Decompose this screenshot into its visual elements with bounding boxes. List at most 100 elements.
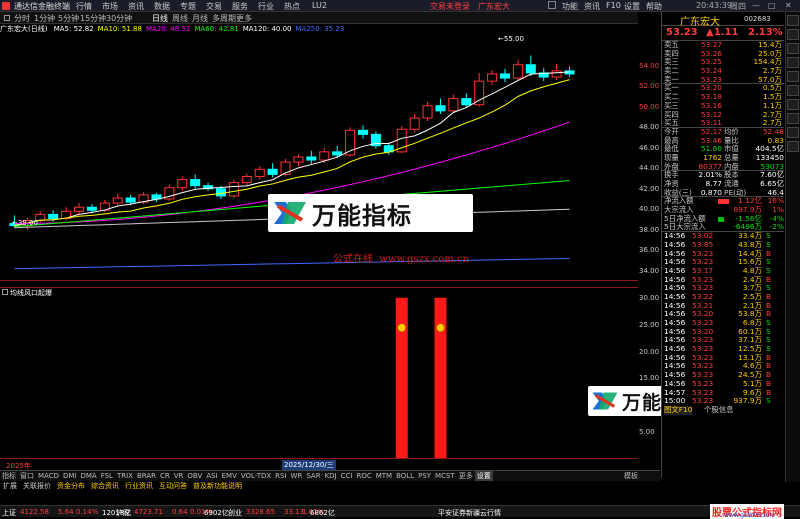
side-tool-4[interactable] <box>787 57 799 68</box>
menu-jiaoyi[interactable]: 交易 <box>206 1 222 12</box>
clock-weekday: 周四 <box>730 2 746 11</box>
trade-login-status[interactable]: 交易未登录 <box>430 1 470 12</box>
side-tool-7[interactable] <box>787 99 799 110</box>
indicator-tab-22[interactable]: PSY <box>416 472 433 480</box>
indicator-tab-1[interactable]: 窗口 <box>18 471 36 481</box>
tab-template[interactable]: 模板 <box>622 471 640 481</box>
indicator-tab-10[interactable]: OBV <box>185 472 204 480</box>
menu-redian[interactable]: 热点 <box>284 1 300 12</box>
indicator-tab-19[interactable]: ROC <box>354 472 373 480</box>
tab-1min[interactable]: 1分钟 <box>34 13 55 24</box>
ext-tab-3[interactable]: 综合资讯 <box>88 481 122 491</box>
ma-legend: 广东宏大(日线) MA5: 52.82 MA10: 51.88 MA20: 48.5… <box>0 24 638 35</box>
indicator-tab-15[interactable]: WR <box>289 472 305 480</box>
menu-gongneng[interactable]: 功能 <box>562 1 578 12</box>
indicator-tab-14[interactable]: RSI <box>273 472 288 480</box>
tab-30min[interactable]: 30分钟 <box>106 13 132 24</box>
indicator-tab-0[interactable]: 指标 <box>0 471 18 481</box>
side-tool-2[interactable] <box>787 29 799 40</box>
footer-logo-url: www.gszbw.com <box>724 512 774 519</box>
f10-link[interactable]: 图文F10 <box>664 405 693 415</box>
menu-f10[interactable]: F10 <box>606 1 621 10</box>
menu-zixun-right[interactable]: 资讯 <box>584 1 600 12</box>
ext-tab-2[interactable]: 资金分布 <box>54 481 88 491</box>
menu-zixun[interactable]: 资讯 <box>128 1 144 12</box>
indicator-tab-3[interactable]: DMI <box>61 472 79 480</box>
candlestick-chart[interactable] <box>0 35 638 281</box>
menu-hangye[interactable]: 行业 <box>258 1 274 12</box>
tab-fenshi[interactable]: 分时 <box>14 13 30 24</box>
candle-body <box>409 117 420 130</box>
indicator-tab-25[interactable]: 设置 <box>474 471 493 481</box>
quote-pct: 2.13% <box>748 27 783 38</box>
indicator-tab-4[interactable]: DMA <box>78 472 98 480</box>
indicator-tab-23[interactable]: MCST <box>433 472 457 480</box>
menu-icon[interactable] <box>4 15 10 21</box>
ma-values: MA5: 52.82 MA10: 51.88 MA20: 48.52 MA60: 42… <box>54 25 349 33</box>
price-tick: 40.00 <box>639 205 660 214</box>
indicator-tab-17[interactable]: KDJ <box>323 472 339 480</box>
menu-hangqing[interactable]: 行情 <box>76 1 92 12</box>
indicator-tab-18[interactable]: CCI <box>339 472 355 480</box>
index-pct-0: 0.14% <box>76 508 99 516</box>
indicator-tab-9[interactable]: VR <box>172 472 186 480</box>
indicator-tab-20[interactable]: MTM <box>374 472 394 480</box>
candle-body <box>487 73 498 82</box>
price-tick: 44.00 <box>639 164 660 173</box>
tab-15min[interactable]: 15分钟 <box>80 13 106 24</box>
signal-bar <box>434 297 447 458</box>
side-tool-3[interactable] <box>787 43 799 54</box>
extension-toolbar: 扩展 关联报价 资金分布 综合资讯 行业资讯 互动问答 普及新功能说明 <box>0 481 660 491</box>
indicator-tab-16[interactable]: SAR <box>304 472 322 480</box>
indicator-tab-2[interactable]: MACD <box>36 472 61 480</box>
indicator-tab-12[interactable]: EMV <box>220 472 239 480</box>
indicator-tab-11[interactable]: ASI <box>204 472 219 480</box>
tab-monthly[interactable]: 月线 <box>192 13 208 24</box>
menu-shuju[interactable]: 数据 <box>154 1 170 12</box>
indicator-menu-icon[interactable] <box>2 289 8 295</box>
ma-item-ma5: MA5: 52.82 <box>53 25 94 33</box>
close-icon[interactable]: ✕ <box>785 1 792 10</box>
menu-fuwu[interactable]: 服务 <box>232 1 248 12</box>
ext-tab-4[interactable]: 行业资讯 <box>122 481 156 491</box>
dropdown-icon[interactable] <box>548 1 556 9</box>
menu-shezhi[interactable]: 设置 <box>624 1 640 12</box>
sub-axis: 30.0025.0020.0015.0010.005.00 <box>638 287 660 459</box>
indicator-tab-21[interactable]: BOLL <box>394 472 416 480</box>
menu-lu2[interactable]: LU2 <box>312 1 327 10</box>
tab-5min[interactable]: 5分钟 <box>58 13 79 24</box>
menu-bangzhu[interactable]: 帮助 <box>646 1 662 12</box>
tab-more[interactable]: 更多 <box>236 13 252 24</box>
ext-tab-1[interactable]: 关联报价 <box>20 481 54 491</box>
side-tool-10[interactable] <box>787 141 799 152</box>
indicator-tab-8[interactable]: CR <box>158 472 172 480</box>
indicator-tab-24[interactable]: 更多 <box>457 471 475 481</box>
maximize-icon[interactable]: □ <box>768 1 776 10</box>
indicator-tab-5[interactable]: FSL <box>99 472 115 480</box>
ext-tab-0[interactable]: 扩展 <box>0 481 20 491</box>
side-tool-5[interactable] <box>787 71 799 82</box>
ext-tab-6[interactable]: 普及新功能说明 <box>190 481 245 491</box>
menu-zhuanti[interactable]: 专题 <box>180 1 196 12</box>
title-stock-name: 广东宏大 <box>478 2 510 11</box>
menu-shichang[interactable]: 市场 <box>102 1 118 12</box>
tab-weekly[interactable]: 周线 <box>172 13 188 24</box>
ma-item-ma10: MA10: 51.88 <box>97 25 142 33</box>
tab-multi-period[interactable]: 多周期 <box>212 13 236 24</box>
side-tool-1[interactable] <box>787 15 799 26</box>
tab-daily[interactable]: 日线 <box>152 13 168 24</box>
indicator-tab-6[interactable]: TRIX <box>115 472 135 480</box>
side-tool-8[interactable] <box>787 113 799 124</box>
title-bar: 通达信金融终端 行情 市场 资讯 数据 专题 交易 服务 行业 热点 LU2 交… <box>0 0 800 12</box>
ext-tab-5[interactable]: 互动问答 <box>156 481 190 491</box>
minimize-icon[interactable]: — <box>752 1 760 10</box>
candle-body <box>306 156 317 161</box>
indicator-chart[interactable] <box>0 287 638 459</box>
indicator-tab-13[interactable]: VOL-TDX <box>239 472 273 480</box>
side-tool-6[interactable] <box>787 85 799 96</box>
stock-info-link[interactable]: 个股信息 <box>704 405 734 415</box>
candle-body <box>319 151 330 161</box>
flow-bar <box>718 216 725 222</box>
side-tool-9[interactable] <box>787 127 799 138</box>
indicator-tab-7[interactable]: BRAR <box>135 472 158 480</box>
